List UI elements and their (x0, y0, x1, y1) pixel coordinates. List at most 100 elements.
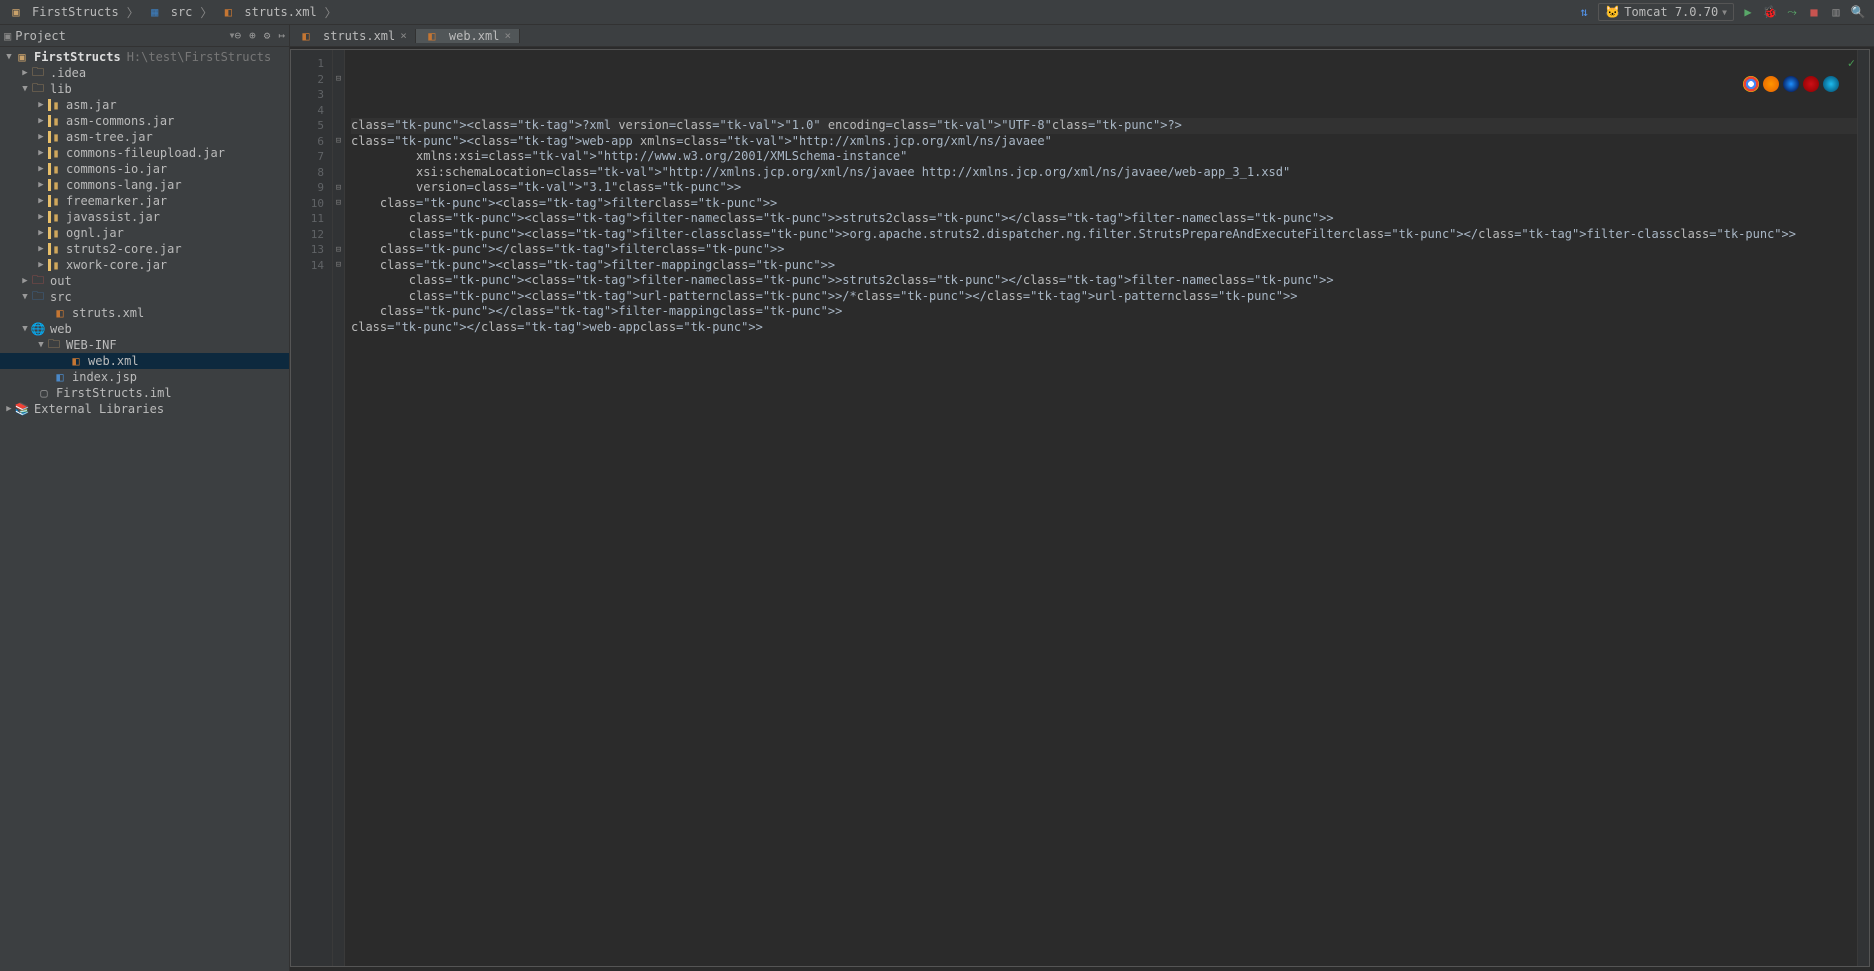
expand-arrow-icon[interactable]: ▶ (36, 180, 46, 190)
error-stripe[interactable] (1857, 50, 1869, 966)
code-line[interactable]: class="tk-punc"><class="tk-tag">filter-n… (351, 273, 1857, 289)
tree-file-jar[interactable]: ▶▮struts2-core.jar (0, 241, 289, 257)
expand-arrow-icon[interactable]: ▶ (36, 196, 46, 206)
tree-file-jar[interactable]: ▶▮asm-tree.jar (0, 129, 289, 145)
tree-file-jar[interactable]: ▶▮freemarker.jar (0, 193, 289, 209)
run-button[interactable]: ▶ (1740, 4, 1756, 20)
editor-tab-webxml[interactable]: ◧ web.xml × (416, 29, 520, 43)
code-line[interactable]: class="tk-punc"></class="tk-tag">web-app… (351, 320, 1857, 336)
tree-file-jar[interactable]: ▶▮commons-fileupload.jar (0, 145, 289, 161)
code-line[interactable]: class="tk-punc"></class="tk-tag">filterc… (351, 242, 1857, 258)
fold-marker[interactable] (333, 227, 344, 243)
tab-close-icon[interactable]: × (400, 29, 407, 42)
fold-marker[interactable] (333, 87, 344, 103)
editor-tab-struts[interactable]: ◧ struts.xml × (290, 29, 416, 43)
tree-folder-web[interactable]: ▼ 🌐 web (0, 321, 289, 337)
expand-arrow-icon[interactable]: ▶ (36, 116, 46, 126)
jar-icon: ▮ (46, 194, 62, 208)
expand-arrow-icon[interactable]: ▼ (36, 340, 46, 350)
code-line[interactable]: class="tk-punc"><class="tk-tag">url-patt… (351, 289, 1857, 305)
expand-arrow-icon[interactable]: ▼ (20, 324, 30, 334)
opera-icon[interactable] (1803, 76, 1819, 92)
folder-icon: 🗀 (46, 338, 62, 352)
tree-file-iml[interactable]: ▢ FirstStructs.iml (0, 385, 289, 401)
tree-file-jar[interactable]: ▶▮asm-commons.jar (0, 113, 289, 129)
breadcrumb-src[interactable]: ▦ src (147, 5, 193, 19)
fold-marker[interactable]: ⊟ (333, 180, 344, 196)
inspection-ok-icon[interactable]: ✓ (1848, 56, 1855, 72)
code-line[interactable]: class="tk-punc"></class="tk-tag">filter-… (351, 304, 1857, 320)
tree-folder-lib[interactable]: ▼ 🗀 lib (0, 81, 289, 97)
tree-file-jar[interactable]: ▶▮commons-io.jar (0, 161, 289, 177)
expand-arrow-icon[interactable]: ▼ (20, 292, 30, 302)
firefox-icon[interactable] (1763, 76, 1779, 92)
expand-arrow-icon[interactable]: ▶ (36, 260, 46, 270)
chrome-icon[interactable] (1743, 76, 1759, 92)
breadcrumb-root[interactable]: ▣ FirstStructs (8, 5, 119, 19)
code-line[interactable]: class="tk-punc"><class="tk-tag">?xml ver… (351, 118, 1857, 134)
line-number: 5 (291, 118, 332, 134)
expand-arrow-icon[interactable]: ▼ (4, 52, 14, 62)
fold-marker[interactable] (333, 56, 344, 72)
expand-arrow-icon[interactable]: ▶ (20, 68, 30, 78)
ie-icon[interactable] (1823, 76, 1839, 92)
browser-preview-icons (1743, 76, 1839, 92)
code-line[interactable]: class="tk-punc"><class="tk-tag">filter-c… (351, 227, 1857, 243)
tree-file-jar[interactable]: ▶▮asm.jar (0, 97, 289, 113)
project-structure-button[interactable]: ▥ (1828, 4, 1844, 20)
fold-marker[interactable] (333, 211, 344, 227)
collapse-all-icon[interactable]: ⊖ (235, 29, 242, 42)
tree-folder-src[interactable]: ▼ 🗀 src (0, 289, 289, 305)
expand-arrow-icon[interactable]: ▶ (36, 132, 46, 142)
expand-arrow-icon[interactable]: ▶ (36, 212, 46, 222)
xml-file-icon: ◧ (52, 306, 68, 320)
tab-close-icon[interactable]: × (504, 29, 511, 42)
run-config-selector[interactable]: 🐱 Tomcat 7.0.70 ▼ (1598, 3, 1734, 21)
expand-arrow-icon[interactable]: ▼ (20, 84, 30, 94)
expand-arrow-icon[interactable]: ▶ (36, 228, 46, 238)
fold-marker[interactable]: ⊟ (333, 258, 344, 274)
tree-external-libraries[interactable]: ▶ 📚 External Libraries (0, 401, 289, 417)
tree-file-index-jsp[interactable]: ◧ index.jsp (0, 369, 289, 385)
expand-arrow-icon[interactable]: ▶ (36, 164, 46, 174)
expand-arrow-icon[interactable]: ▶ (4, 404, 14, 414)
project-tree-panel[interactable]: ▼ ▣ FirstStructs H:\test\FirstStructs ▶ … (0, 47, 290, 971)
expand-arrow-icon[interactable]: ▶ (36, 100, 46, 110)
stop-button[interactable]: ■ (1806, 4, 1822, 20)
debug-button[interactable]: 🐞 (1762, 4, 1778, 20)
tree-file-jar[interactable]: ▶▮ognl.jar (0, 225, 289, 241)
hide-icon[interactable]: ↦ (278, 29, 285, 42)
code-line[interactable]: class="tk-punc"><class="tk-tag">filter-n… (351, 211, 1857, 227)
code-line[interactable]: class="tk-punc"><class="tk-tag">filter-m… (351, 258, 1857, 274)
expand-arrow-icon[interactable]: ▶ (36, 244, 46, 254)
tree-file-jar[interactable]: ▶▮javassist.jar (0, 209, 289, 225)
code-area[interactable]: ✓ class="tk-punc"><class="tk-tag">?xml v… (345, 50, 1857, 966)
fold-marker[interactable] (333, 103, 344, 119)
fold-marker[interactable]: ⊟ (333, 242, 344, 258)
fold-marker[interactable]: ⊟ (333, 196, 344, 212)
code-line[interactable]: class="tk-punc"><class="tk-tag">filtercl… (351, 196, 1857, 212)
code-line[interactable]: class="tk-punc"><class="tk-tag">web-app … (351, 134, 1857, 150)
fold-marker[interactable]: ⊟ (333, 134, 344, 150)
settings-gear-icon[interactable]: ⚙ (264, 29, 271, 42)
tree-folder-webinf[interactable]: ▼ 🗀 WEB-INF (0, 337, 289, 353)
breadcrumb-sep: 〉 (325, 4, 337, 21)
vcs-icon[interactable]: ⇅ (1576, 4, 1592, 20)
locate-icon[interactable]: ⊕ (249, 29, 256, 42)
search-everywhere-button[interactable]: 🔍 (1850, 4, 1866, 20)
coverage-button[interactable]: ⤳ (1784, 4, 1800, 20)
code-line[interactable]: xsi:schemaLocation=class="tk-val">"http:… (351, 165, 1857, 181)
expand-arrow-icon[interactable]: ▶ (20, 276, 30, 286)
expand-arrow-icon[interactable]: ▶ (36, 148, 46, 158)
tree-file-web-xml[interactable]: ◧ web.xml (0, 353, 289, 369)
code-line[interactable]: xmlns:xsi=class="tk-val">"http://www.w3.… (351, 149, 1857, 165)
fold-marker[interactable]: ⊟ (333, 72, 344, 88)
safari-icon[interactable] (1783, 76, 1799, 92)
project-view-selector[interactable]: ▣ Project ▼ (4, 29, 235, 43)
fold-marker[interactable] (333, 118, 344, 134)
tree-file-jar[interactable]: ▶▮commons-lang.jar (0, 177, 289, 193)
fold-marker[interactable] (333, 165, 344, 181)
code-line[interactable]: version=class="tk-val">"3.1"class="tk-pu… (351, 180, 1857, 196)
fold-marker[interactable] (333, 149, 344, 165)
breadcrumb-file[interactable]: ◧ struts.xml (220, 5, 316, 19)
